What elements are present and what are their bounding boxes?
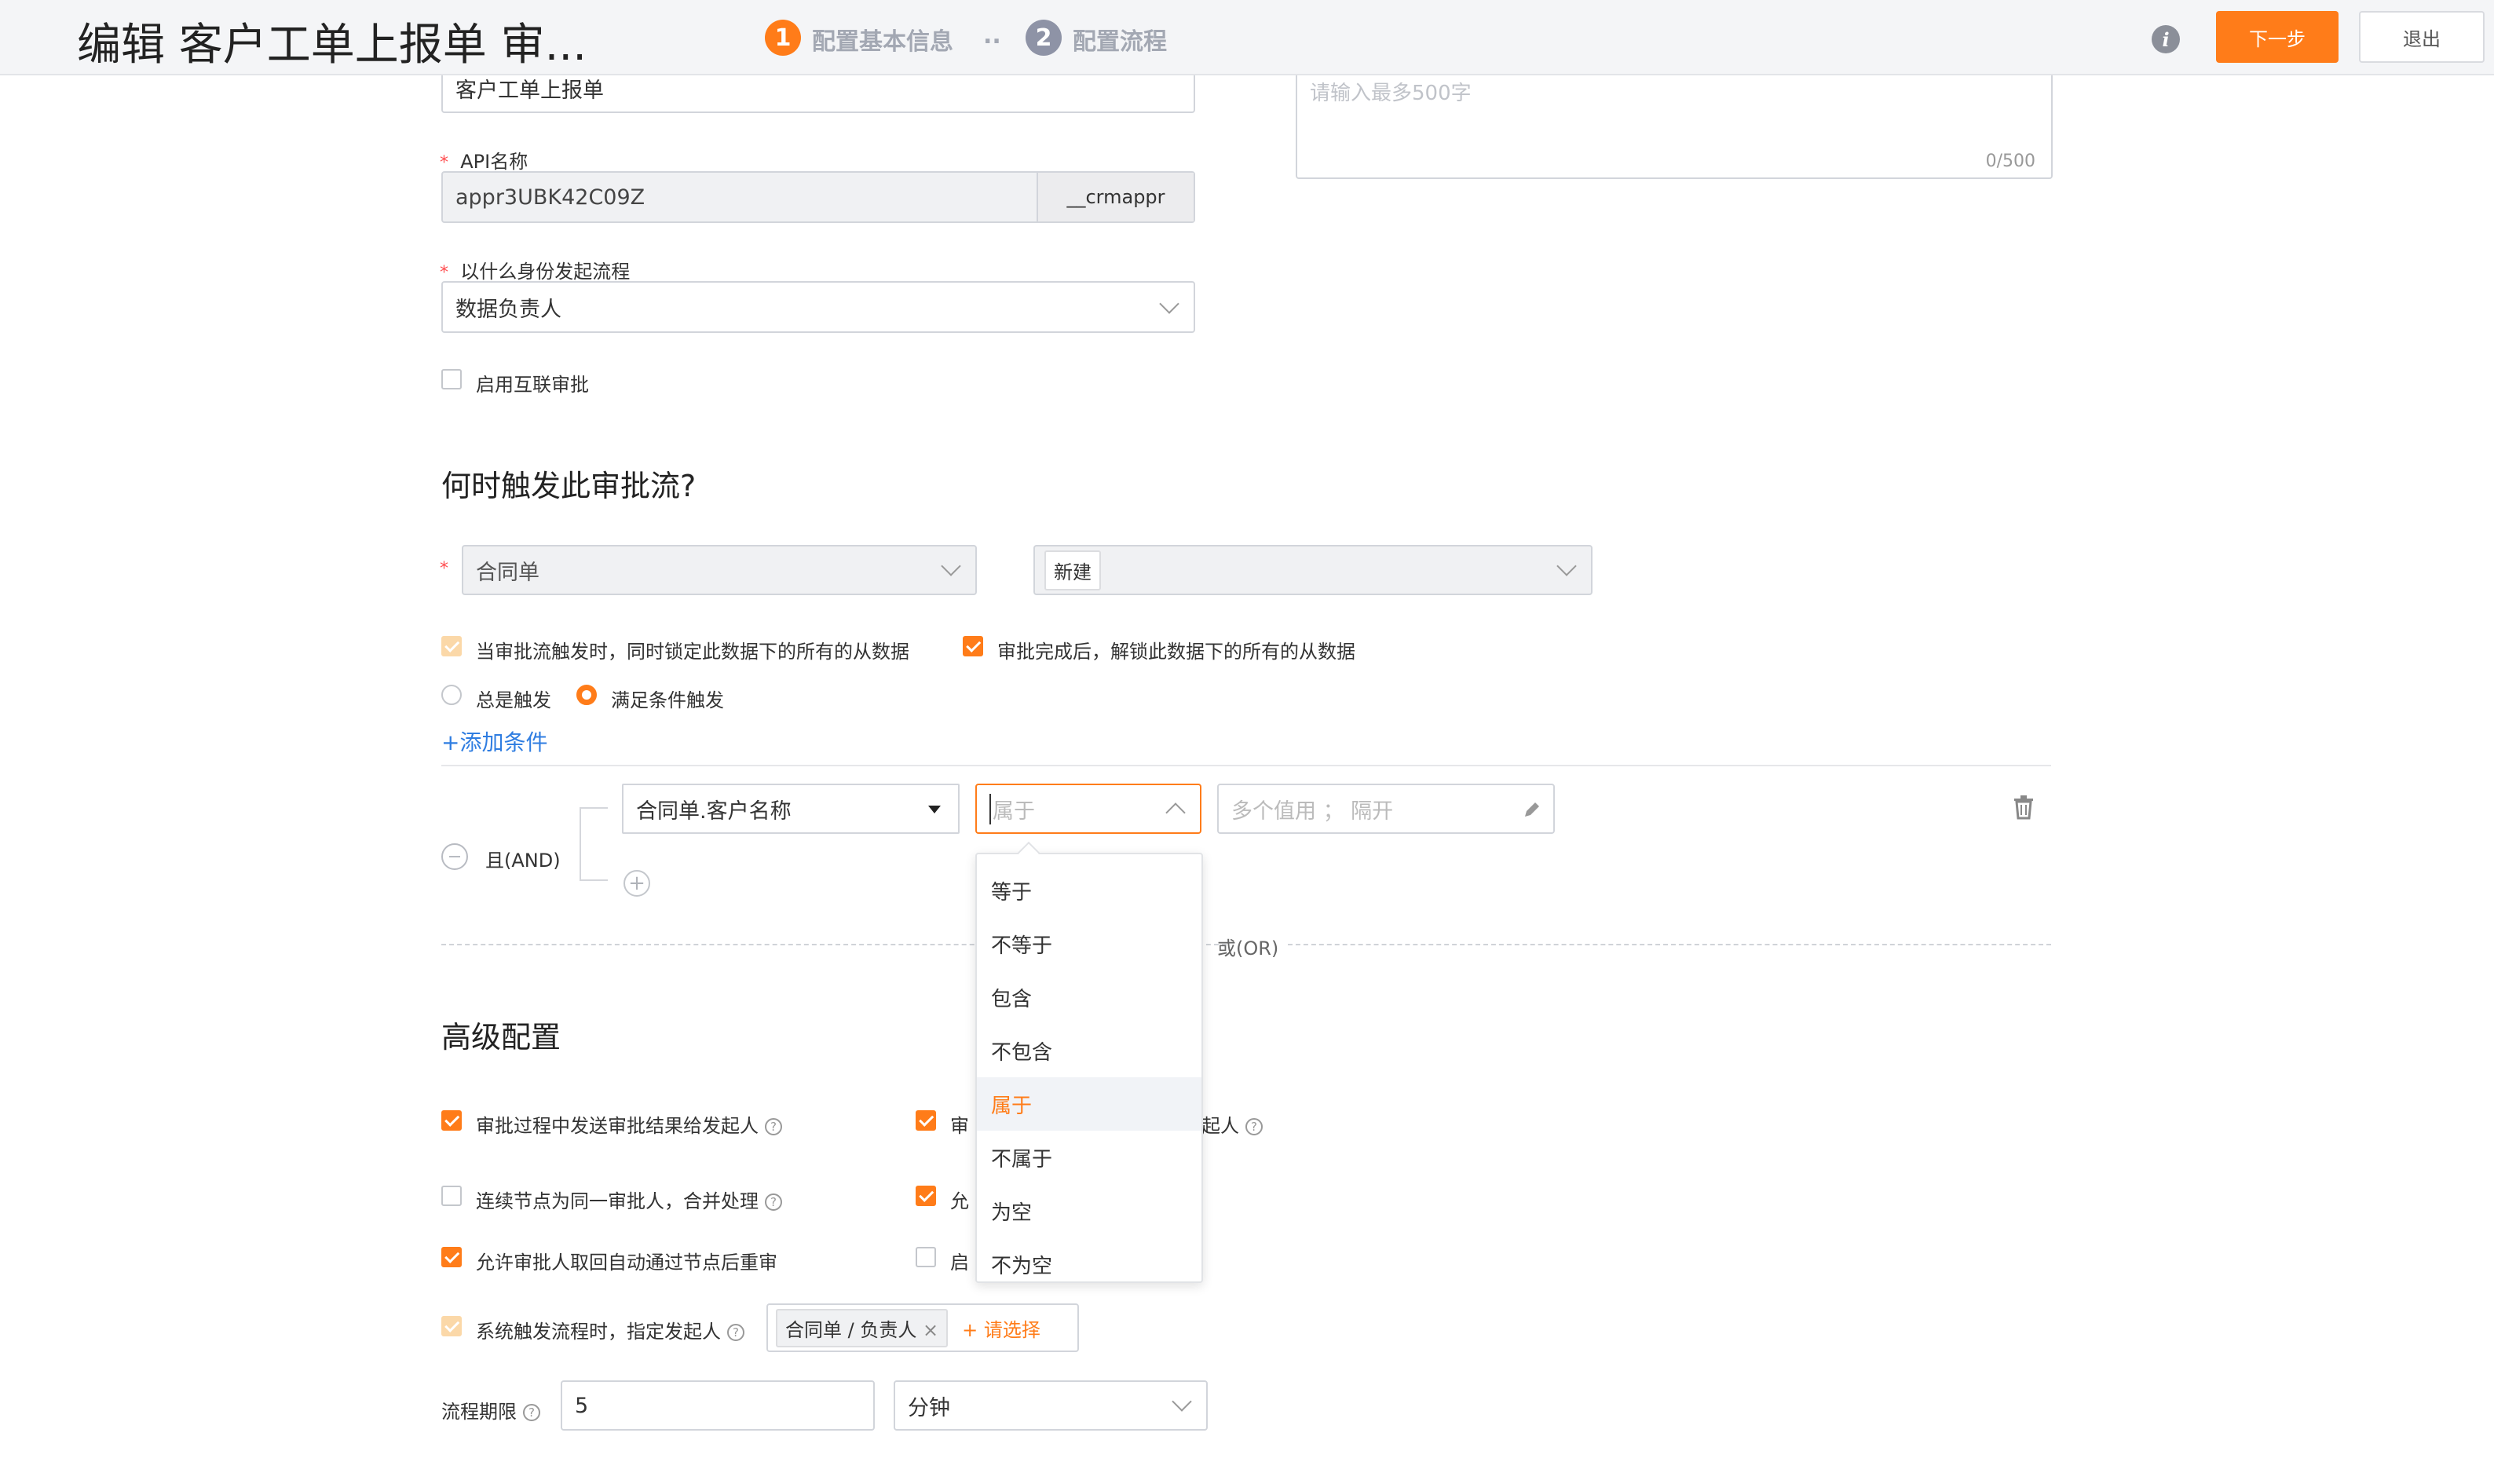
api-name-label: * API名称 — [440, 151, 528, 173]
chevron-down-icon — [941, 556, 961, 576]
operator-option-not-contains[interactable]: 不包含 — [977, 1024, 1201, 1077]
lock-slave-data-checkbox[interactable] — [441, 636, 462, 656]
chevron-down-icon — [1159, 294, 1179, 314]
merge-approver-label: 连续节点为同一审批人，合并处理? — [476, 1186, 782, 1213]
condition-field-select[interactable]: 合同单.客户名称 — [622, 784, 960, 834]
always-trigger-label: 总是触发 — [476, 689, 551, 711]
or-label: 或(OR) — [1217, 938, 1279, 959]
system-trigger-checkbox[interactable] — [441, 1316, 462, 1336]
operator-option-not-empty[interactable]: 不为空 — [977, 1237, 1201, 1291]
and-bracket — [580, 807, 608, 881]
reapprove-checkbox[interactable] — [441, 1247, 462, 1267]
condition-operator-select[interactable]: 属于 — [975, 784, 1201, 834]
help-icon[interactable]: ? — [765, 1193, 782, 1211]
unlock-slave-data-label: 审批完成后，解锁此数据下的所有的从数据 — [997, 641, 1355, 663]
lock-slave-data-label: 当审批流触发时，同时锁定此数据下的所有的从数据 — [476, 641, 909, 663]
trigger-object-select[interactable]: 合同单 — [462, 545, 977, 595]
page-title: 编辑 客户工单上报单 审... — [77, 20, 587, 71]
interconnect-label: 启用互联审批 — [476, 374, 589, 396]
caret-down-icon — [928, 806, 941, 813]
action-tag-new: 新建 — [1044, 550, 1101, 590]
initiator-tag: 合同单 / 负责人 × — [776, 1308, 949, 1347]
and-label: 且(AND) — [485, 850, 561, 872]
description-counter: 0/500 — [1985, 152, 2035, 171]
top-bar: 编辑 客户工单上报单 审... 1 配置基本信息 .. 2 配置流程 i 下一步… — [0, 0, 2494, 75]
trash-icon[interactable] — [2012, 795, 2035, 820]
divider — [441, 765, 2051, 766]
advanced-heading: 高级配置 — [441, 1020, 561, 1055]
help-icon[interactable]: ? — [1245, 1118, 1263, 1135]
initiator-identity-value: 数据负责人 — [455, 297, 561, 322]
merge-approver-checkbox[interactable] — [441, 1186, 462, 1206]
chevron-down-icon — [1556, 556, 1577, 576]
option-col2-row2-checkbox[interactable] — [916, 1186, 936, 1206]
description-placeholder: 请输入最多500字 — [1310, 82, 1472, 105]
condition-operator-placeholder: 属于 — [989, 793, 1035, 824]
initiator-picker[interactable]: 合同单 / 负责人 × + 请选择 — [766, 1303, 1079, 1352]
operator-option-not-equals[interactable]: 不等于 — [977, 917, 1201, 970]
send-result-label: 审批过程中发送审批结果给发起人? — [476, 1110, 782, 1138]
option-col2-row3-checkbox[interactable] — [916, 1247, 936, 1267]
step-2-number: 2 — [1026, 20, 1062, 56]
chevron-down-icon — [1172, 1391, 1192, 1412]
conditional-trigger-radio[interactable] — [576, 685, 597, 705]
deadline-unit-value: 分钟 — [908, 1395, 950, 1420]
operator-option-belongs-to[interactable]: 属于 — [977, 1077, 1201, 1131]
chevron-up-icon — [1165, 802, 1186, 823]
pencil-icon — [1525, 802, 1539, 817]
close-icon[interactable]: × — [923, 1319, 938, 1341]
condition-value-placeholder: 多个值用 ； 隔开 — [1231, 799, 1394, 824]
always-trigger-radio[interactable] — [441, 685, 462, 705]
description-textarea[interactable]: 请输入最多500字 0/500 — [1296, 63, 2053, 179]
help-icon[interactable]: ? — [765, 1118, 782, 1135]
add-condition-row-icon[interactable]: + — [624, 870, 650, 897]
deadline-unit-select[interactable]: 分钟 — [894, 1380, 1208, 1431]
operator-dropdown: 等于 不等于 包含 不包含 属于 不属于 为空 不为空 — [975, 841, 1203, 1283]
condition-field-value: 合同单.客户名称 — [636, 799, 792, 824]
condition-value-input[interactable]: 多个值用 ； 隔开 — [1217, 784, 1555, 834]
unlock-slave-data-checkbox[interactable] — [963, 636, 983, 656]
add-condition-link[interactable]: +添加条件 — [441, 726, 547, 757]
info-icon[interactable]: i — [2152, 25, 2180, 53]
operator-option-contains[interactable]: 包含 — [977, 970, 1201, 1024]
send-result-checkbox[interactable] — [441, 1110, 462, 1131]
operator-option-not-belongs-to[interactable]: 不属于 — [977, 1131, 1201, 1184]
option-col2-row1-suffix: 起人? — [1201, 1110, 1263, 1138]
step-1-label[interactable]: 配置基本信息 — [812, 22, 953, 57]
operator-option-equals[interactable]: 等于 — [977, 864, 1201, 917]
required-marker: * — [440, 559, 448, 579]
option-col2-row3-label: 启 — [950, 1252, 969, 1274]
help-icon[interactable]: ? — [523, 1404, 540, 1421]
exit-button[interactable]: 退出 — [2359, 11, 2485, 63]
operator-option-is-empty[interactable]: 为空 — [977, 1184, 1201, 1237]
dropdown-arrow — [1017, 841, 1040, 864]
deadline-input[interactable]: 5 — [561, 1380, 875, 1431]
next-step-button[interactable]: 下一步 — [2216, 11, 2339, 63]
trigger-heading: 何时触发此审批流? — [441, 469, 697, 503]
system-trigger-label: 系统触发流程时，指定发起人? — [476, 1316, 744, 1343]
step-separator: .. — [983, 22, 1001, 49]
or-divider-right — [1288, 944, 2051, 945]
option-col2-row1-checkbox[interactable] — [916, 1110, 936, 1131]
api-suffix: __crmappr — [1037, 173, 1194, 221]
deadline-label: 流程期限? — [441, 1396, 540, 1424]
interconnect-checkbox[interactable] — [441, 369, 462, 389]
help-icon[interactable]: ? — [727, 1324, 744, 1341]
step-2-label[interactable]: 配置流程 — [1073, 22, 1167, 57]
step-1-number: 1 — [765, 20, 801, 56]
conditional-trigger-label: 满足条件触发 — [611, 689, 724, 711]
option-col2-row1-label: 审 — [950, 1115, 969, 1137]
initiator-identity-select[interactable]: 数据负责人 — [441, 281, 1195, 333]
api-name-value: appr3UBK42C09Z — [455, 185, 645, 210]
please-select-link[interactable]: + 请选择 — [962, 1314, 1040, 1342]
api-name-input[interactable]: appr3UBK42C09Z __crmappr — [441, 171, 1195, 223]
trigger-action-select[interactable]: 新建 — [1033, 545, 1593, 595]
initiator-identity-label: * 以什么身份发起流程 — [440, 261, 631, 283]
trigger-object-value: 合同单 — [476, 560, 539, 585]
reapprove-label: 允许审批人取回自动通过节点后重审 — [476, 1252, 777, 1274]
option-col2-row2-label: 允 — [950, 1190, 969, 1212]
remove-group-icon[interactable] — [441, 843, 468, 870]
